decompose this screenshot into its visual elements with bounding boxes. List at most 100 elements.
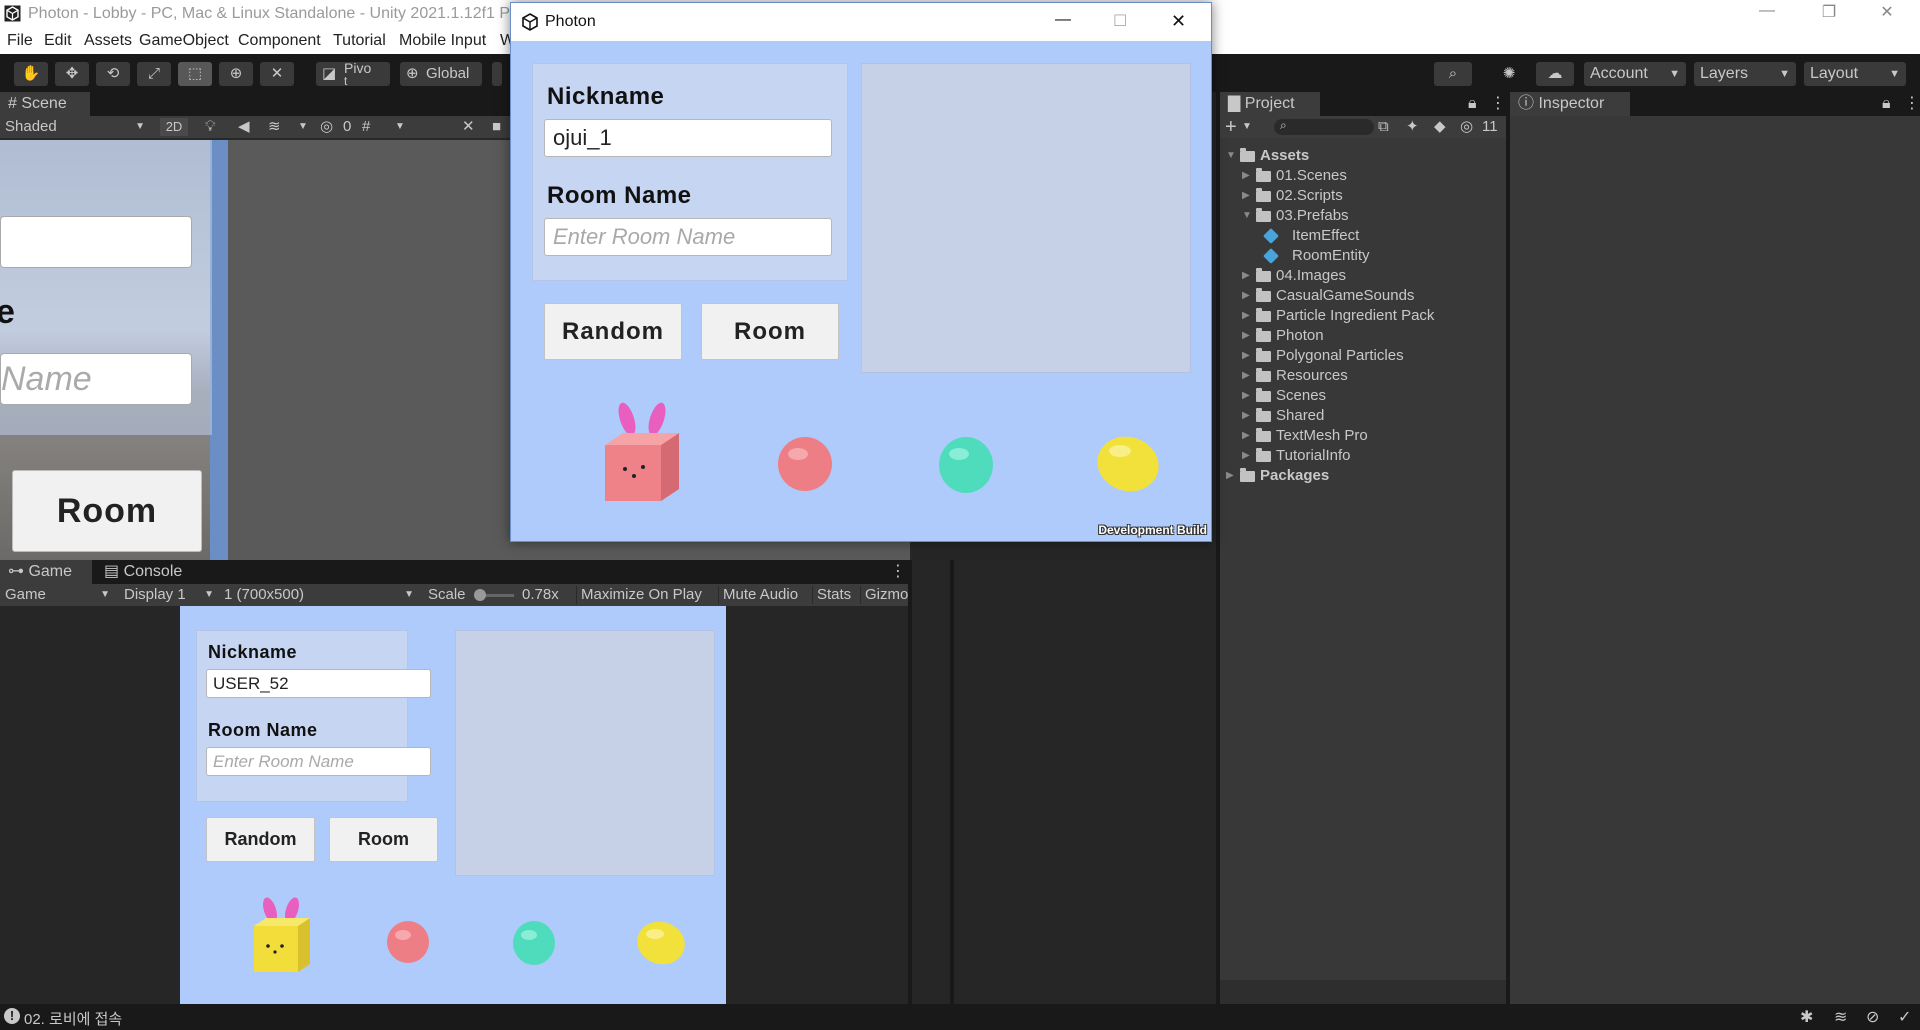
expanded-arrow-icon[interactable]: ▼ xyxy=(1226,146,1236,166)
filter-type-icon[interactable]: ⧉ xyxy=(1378,118,1389,136)
tree-item-02-scripts[interactable]: ▶ 02.Scripts xyxy=(1220,186,1506,206)
tree-item-particle-ingredient-pack[interactable]: ▶ Particle Ingredient Pack xyxy=(1220,306,1506,326)
account-dropdown[interactable]: Account ▼ xyxy=(1584,62,1686,86)
collapsed-arrow-icon[interactable]: ▶ xyxy=(1242,366,1250,386)
display-dropdown[interactable]: Display 1 ▼ xyxy=(124,586,214,604)
game-nickname-input[interactable]: USER_52 xyxy=(206,669,431,698)
game-canvas[interactable]: Nickname USER_52 Room Name Enter Room Na… xyxy=(180,606,726,1004)
tree-item-assets[interactable]: ▼ Assets xyxy=(1220,146,1506,166)
tree-item-04-images[interactable]: ▶ 04.Images xyxy=(1220,266,1506,286)
tree-item-03-prefabs[interactable]: ▼ 03.Prefabs xyxy=(1220,206,1506,226)
menu-edit[interactable]: Edit xyxy=(44,32,72,50)
collapsed-arrow-icon[interactable]: ▶ xyxy=(1242,446,1250,466)
collapsed-arrow-icon[interactable]: ▶ xyxy=(1226,466,1234,486)
game-random-button[interactable]: Random xyxy=(206,817,315,862)
chevron-down-icon[interactable]: ▼ xyxy=(298,118,308,136)
menu-tutorial[interactable]: Tutorial xyxy=(333,32,386,50)
tree-item-scenes[interactable]: ▶ Scenes xyxy=(1220,386,1506,406)
tree-item-01-scenes[interactable]: ▶ 01.Scenes xyxy=(1220,166,1506,186)
more-options-icon[interactable]: ⋮ xyxy=(882,560,906,584)
maximize-on-play-toggle[interactable]: Maximize On Play xyxy=(576,586,702,604)
collapsed-arrow-icon[interactable]: ▶ xyxy=(1242,286,1250,306)
lock-icon[interactable]: 🔒︎ xyxy=(1460,92,1480,116)
menu-component[interactable]: Component xyxy=(238,32,321,50)
resolution-dropdown[interactable]: 1 (700x500) ▼ xyxy=(224,586,414,604)
cloud-icon[interactable]: ☁ xyxy=(1536,62,1574,86)
gizmos-dropdown[interactable]: Gizmo xyxy=(860,586,908,604)
chevron-down-icon[interactable]: ▼ xyxy=(395,118,405,136)
collapsed-arrow-icon[interactable]: ▶ xyxy=(1242,326,1250,346)
global-toggle[interactable]: ⊕ Global xyxy=(400,62,482,86)
scale-slider[interactable] xyxy=(473,589,514,601)
hidden-objects-icon[interactable]: ◎ xyxy=(320,118,333,136)
chevron-down-icon[interactable]: ▼ xyxy=(1242,118,1252,136)
tree-item-shared[interactable]: ▶ Shared xyxy=(1220,406,1506,426)
scene-room-button[interactable]: Room xyxy=(12,470,202,552)
hidden-packages-icon[interactable]: ◎ xyxy=(1460,118,1473,136)
camera-icon[interactable]: ■ xyxy=(492,118,501,136)
custom-tool-icon[interactable]: ✕ xyxy=(260,62,294,86)
collapsed-arrow-icon[interactable]: ▶ xyxy=(1242,186,1250,206)
photon-minimize-button[interactable]: — xyxy=(1055,11,1071,29)
scene-room-input[interactable]: Name xyxy=(0,353,192,405)
layout-dropdown[interactable]: Layout ▼ xyxy=(1804,62,1906,86)
collapsed-arrow-icon[interactable]: ▶ xyxy=(1242,426,1250,446)
tree-item-roomentity[interactable]: RoomEntity xyxy=(1220,246,1506,266)
restore-button[interactable]: ❐ xyxy=(1806,2,1852,26)
collapsed-arrow-icon[interactable]: ▶ xyxy=(1242,346,1250,366)
photon-close-button[interactable]: ✕ xyxy=(1171,11,1186,32)
grid-toggle-icon[interactable]: # xyxy=(362,118,370,136)
progress-icon[interactable]: ≋ xyxy=(1834,1007,1847,1027)
create-button[interactable]: + xyxy=(1225,117,1237,137)
photon-room-name-input[interactable]: Enter Room Name xyxy=(544,218,832,256)
menu-assets[interactable]: Assets xyxy=(84,32,132,50)
photon-room-button[interactable]: Room xyxy=(701,303,839,360)
menu-mobile-input[interactable]: Mobile Input xyxy=(399,32,486,50)
tab-scene[interactable]: # Scene xyxy=(0,92,90,116)
mute-audio-toggle[interactable]: Mute Audio xyxy=(718,586,798,604)
stats-toggle[interactable]: Stats xyxy=(812,586,851,604)
menu-file[interactable]: File xyxy=(7,32,33,50)
collab-icon[interactable]: ✺ xyxy=(1494,62,1524,86)
menu-gameobject[interactable]: GameObject xyxy=(139,32,229,50)
tree-item-photon[interactable]: ▶ Photon xyxy=(1220,326,1506,346)
bug-icon[interactable]: ✱ xyxy=(1800,1007,1813,1027)
scene-nickname-input[interactable] xyxy=(0,216,192,268)
tree-item-packages[interactable]: ▶ Packages xyxy=(1220,466,1506,486)
collapsed-arrow-icon[interactable]: ▶ xyxy=(1242,306,1250,326)
tree-item-itemeffect[interactable]: ItemEffect xyxy=(1220,226,1506,246)
lock-icon[interactable]: 🔒︎ xyxy=(1874,92,1894,116)
close-button[interactable]: ✕ xyxy=(1864,2,1910,26)
transform-tool-icon[interactable]: ⊕ xyxy=(219,62,253,86)
tab-console[interactable]: ▤ Console xyxy=(96,560,206,584)
lighting-icon[interactable]: 💡︎ xyxy=(205,118,216,136)
hand-tool-icon[interactable]: ✋ xyxy=(14,62,48,86)
tree-item-polygonal-particles[interactable]: ▶ Polygonal Particles xyxy=(1220,346,1506,366)
rect-tool-icon[interactable]: ⬚ xyxy=(178,62,212,86)
more-options-icon[interactable]: ⋮ xyxy=(1482,92,1506,116)
collapsed-arrow-icon[interactable]: ▶ xyxy=(1242,406,1250,426)
layers-dropdown[interactable]: Layers ▼ xyxy=(1694,62,1796,86)
collapsed-arrow-icon[interactable]: ▶ xyxy=(1242,266,1250,286)
minimize-button[interactable]: — xyxy=(1744,2,1790,26)
cache-icon[interactable]: ⊘ xyxy=(1866,1007,1879,1027)
audio-icon[interactable]: ◀︎ xyxy=(238,118,250,136)
check-icon[interactable]: ✓ xyxy=(1898,1007,1911,1027)
scale-slider-thumb[interactable] xyxy=(473,589,486,601)
tab-inspector[interactable]: ⓘ Inspector xyxy=(1510,92,1630,116)
more-options-icon[interactable]: ⋮ xyxy=(1896,92,1920,116)
tools-icon[interactable]: ✕ xyxy=(462,118,475,136)
scale-tool-icon[interactable]: ⤢ xyxy=(137,62,171,86)
tab-project[interactable]: ▇ Project xyxy=(1220,92,1320,116)
photon-nickname-input[interactable]: ojui_1 xyxy=(544,119,832,157)
game-room-button[interactable]: Room xyxy=(329,817,438,862)
status-message[interactable]: 02. 로비에 접속 xyxy=(24,1008,122,1029)
toolbar-overflow[interactable] xyxy=(492,62,502,86)
shading-dropdown[interactable]: Shaded ▼ xyxy=(5,118,145,136)
game-room-name-input[interactable]: Enter Room Name xyxy=(206,747,431,776)
tree-item-tutorialinfo[interactable]: ▶ TutorialInfo xyxy=(1220,446,1506,466)
collapsed-arrow-icon[interactable]: ▶ xyxy=(1242,386,1250,406)
search-icon[interactable]: ⌕ xyxy=(1434,62,1472,86)
tag-icon[interactable]: ◆ xyxy=(1434,118,1446,136)
effects-icon[interactable]: ≋ xyxy=(268,118,281,136)
